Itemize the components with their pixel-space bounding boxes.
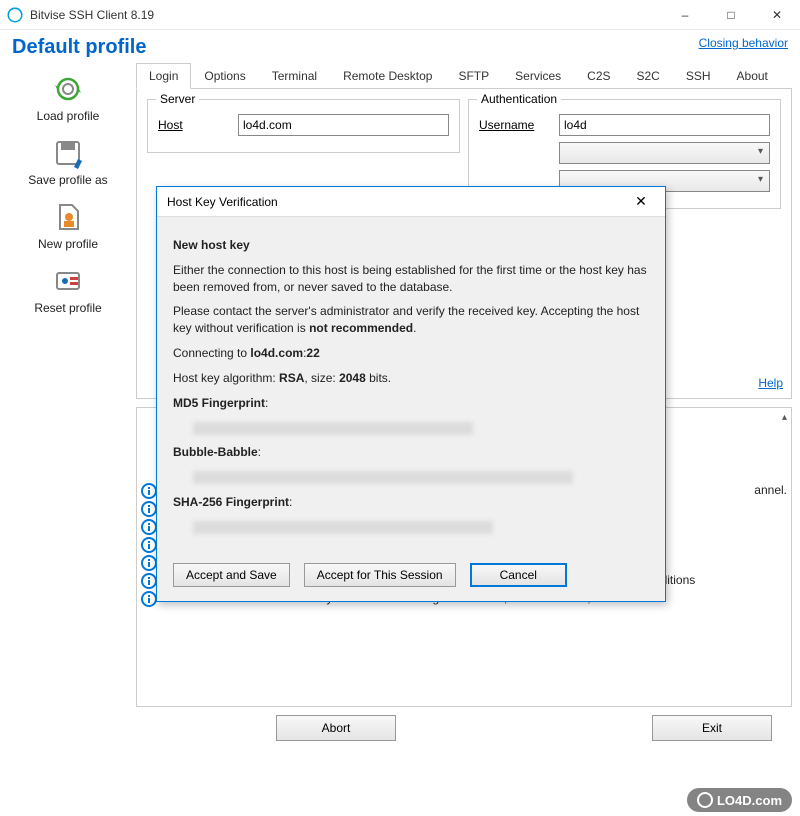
dialog-connecting: Connecting to lo4d.com:22	[173, 345, 649, 362]
info-icon	[141, 537, 157, 553]
globe-icon	[697, 792, 713, 808]
titlebar: Bitvise SSH Client 8.19 – □ ✕	[0, 0, 800, 30]
tab-services[interactable]: Services	[502, 63, 574, 89]
tab-c2s[interactable]: C2S	[574, 63, 623, 89]
auth-legend: Authentication	[477, 92, 561, 106]
watermark-text: LO4D.com	[717, 793, 782, 808]
tabs: Login Options Terminal Remote Desktop SF…	[136, 63, 792, 89]
dialog-bubble-value	[173, 469, 649, 486]
dialog-p2: Please contact the server's administrato…	[173, 303, 649, 337]
info-icon	[141, 555, 157, 571]
dialog-sha-label: SHA-256 Fingerprint:	[173, 494, 649, 511]
dialog-sha-value	[173, 519, 649, 536]
accept-save-button[interactable]: Accept and Save	[173, 563, 290, 587]
app-icon	[6, 6, 24, 24]
username-label: Username	[479, 118, 549, 132]
tab-about[interactable]: About	[724, 63, 781, 89]
sidebar-item-label: Load profile	[37, 109, 100, 123]
dialog-title: Host Key Verification	[167, 195, 627, 209]
sidebar-item-label: Reset profile	[34, 301, 101, 315]
dialog-p1: Either the connection to this host is be…	[173, 262, 649, 296]
dialog-close-button[interactable]: ✕	[627, 193, 655, 210]
sidebar-item-label: Save profile as	[28, 173, 107, 187]
host-label: Host	[158, 118, 228, 132]
abort-button[interactable]: Abort	[276, 715, 396, 741]
tab-terminal[interactable]: Terminal	[259, 63, 330, 89]
cancel-button[interactable]: Cancel	[470, 563, 567, 587]
reset-profile-icon	[50, 263, 86, 299]
tab-sftp[interactable]: SFTP	[445, 63, 502, 89]
tab-remote-desktop[interactable]: Remote Desktop	[330, 63, 445, 89]
save-profile-icon	[50, 135, 86, 171]
header: Default profile Closing behavior	[0, 30, 800, 63]
sidebar-item-reset-profile[interactable]: Reset profile	[8, 259, 128, 323]
info-icon	[141, 591, 157, 607]
host-input[interactable]	[238, 114, 449, 136]
dialog-algo: Host key algorithm: RSA, size: 2048 bits…	[173, 370, 649, 387]
tab-login[interactable]: Login	[136, 63, 191, 89]
sidebar: Load profile Save profile as New profile…	[8, 63, 128, 749]
sidebar-item-new-profile[interactable]: New profile	[8, 195, 128, 259]
dialog-bubble-label: Bubble-Babble:	[173, 444, 649, 461]
server-fieldset: Server Host	[147, 99, 460, 153]
scroll-up-icon[interactable]: ▴	[782, 412, 787, 423]
server-legend: Server	[156, 92, 199, 106]
tab-s2c[interactable]: S2C	[624, 63, 673, 89]
info-icon	[141, 501, 157, 517]
auth-combo-1[interactable]	[559, 142, 770, 164]
window-title: Bitvise SSH Client 8.19	[30, 8, 662, 22]
help-link[interactable]: Help	[758, 376, 783, 390]
host-key-dialog: Host Key Verification ✕ New host key Eit…	[156, 186, 666, 602]
close-button[interactable]: ✕	[754, 0, 800, 30]
dialog-titlebar: Host Key Verification ✕	[157, 187, 665, 217]
tab-options[interactable]: Options	[191, 63, 258, 89]
closing-behavior-link[interactable]: Closing behavior	[699, 36, 788, 50]
load-profile-icon	[50, 71, 86, 107]
exit-button[interactable]: Exit	[652, 715, 772, 741]
watermark: LO4D.com	[687, 788, 792, 812]
bottom-bar: Abort Exit	[136, 707, 792, 749]
sidebar-item-label: New profile	[38, 237, 98, 251]
tab-ssh[interactable]: SSH	[673, 63, 724, 89]
maximize-button[interactable]: □	[708, 0, 754, 30]
info-icon	[141, 573, 157, 589]
dialog-heading: New host key	[173, 237, 649, 254]
username-input[interactable]	[559, 114, 770, 136]
profile-name: Default profile	[12, 36, 146, 59]
accept-session-button[interactable]: Accept for This Session	[304, 563, 456, 587]
dialog-md5-value	[173, 419, 649, 436]
info-icon	[141, 519, 157, 535]
dialog-md5-label: MD5 Fingerprint:	[173, 395, 649, 412]
sidebar-item-save-profile-as[interactable]: Save profile as	[8, 131, 128, 195]
info-icon	[141, 483, 157, 499]
minimize-button[interactable]: –	[662, 0, 708, 30]
new-profile-icon	[50, 199, 86, 235]
sidebar-item-load-profile[interactable]: Load profile	[8, 67, 128, 131]
